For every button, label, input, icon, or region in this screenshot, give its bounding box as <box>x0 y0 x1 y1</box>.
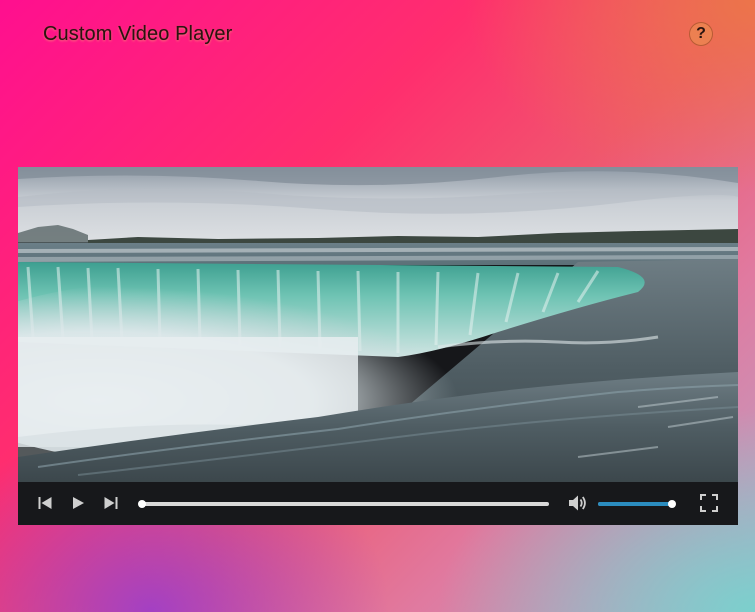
video-player <box>18 167 738 525</box>
previous-button[interactable] <box>34 492 56 514</box>
play-button[interactable] <box>67 492 89 514</box>
next-button[interactable] <box>100 492 122 514</box>
volume-fill <box>598 502 672 506</box>
fullscreen-icon <box>700 494 718 512</box>
volume-up-icon <box>569 495 586 511</box>
progress-bar[interactable] <box>138 500 549 508</box>
progress-handle[interactable] <box>138 500 146 508</box>
app-title: Custom Video Player <box>43 23 233 45</box>
play-icon <box>73 497 84 509</box>
mute-button[interactable] <box>567 492 589 514</box>
fullscreen-button[interactable] <box>698 492 720 514</box>
volume-handle[interactable] <box>668 500 676 508</box>
help-button[interactable]: ? <box>689 22 713 46</box>
volume-slider[interactable] <box>598 500 676 508</box>
skip-next-icon <box>104 497 118 509</box>
skip-previous-icon <box>38 497 52 509</box>
control-bar <box>18 482 738 525</box>
video-frame[interactable] <box>18 167 738 482</box>
